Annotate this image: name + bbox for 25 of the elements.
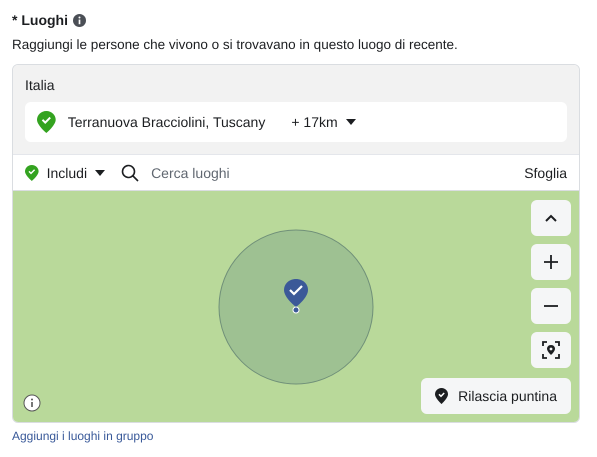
zoom-in-button[interactable]: [531, 244, 571, 280]
search-field[interactable]: Cerca luoghi: [149, 164, 524, 182]
section-description: Raggiungi le persone che vivono o si trovavano in questo luogo di recente.: [12, 37, 459, 54]
caret-icon: [346, 119, 356, 125]
chevron-up-icon: [545, 214, 557, 222]
search-icon: [121, 164, 140, 182]
locate-icon: [542, 341, 560, 359]
check-pin-icon: [25, 164, 39, 180]
locate-button[interactable]: [531, 332, 571, 368]
bulk-add-link[interactable]: Aggiungi i luoghi in gruppo: [12, 429, 154, 443]
country-label: Italia: [25, 77, 56, 93]
location-name: Terranuova Bracciolini, Tuscany: [68, 114, 266, 130]
check-pin-icon: [37, 111, 56, 133]
browse-button[interactable]: Sfoglia: [524, 164, 567, 180]
drop-pin-button[interactable]: Rilascia puntina: [421, 378, 571, 414]
plus-icon: [544, 255, 558, 269]
radius-dropdown[interactable]: + 17km: [291, 114, 356, 130]
caret-icon: [95, 170, 106, 176]
info-icon[interactable]: [23, 394, 41, 412]
section-title: * Luoghi: [12, 12, 68, 28]
check-pin-icon: [435, 388, 448, 404]
info-icon[interactable]: [73, 14, 86, 26]
minus-icon: [544, 305, 558, 307]
include-dropdown[interactable]: Includi: [25, 164, 106, 180]
map-drawing[interactable]: Rilascia puntina: [13, 191, 579, 422]
